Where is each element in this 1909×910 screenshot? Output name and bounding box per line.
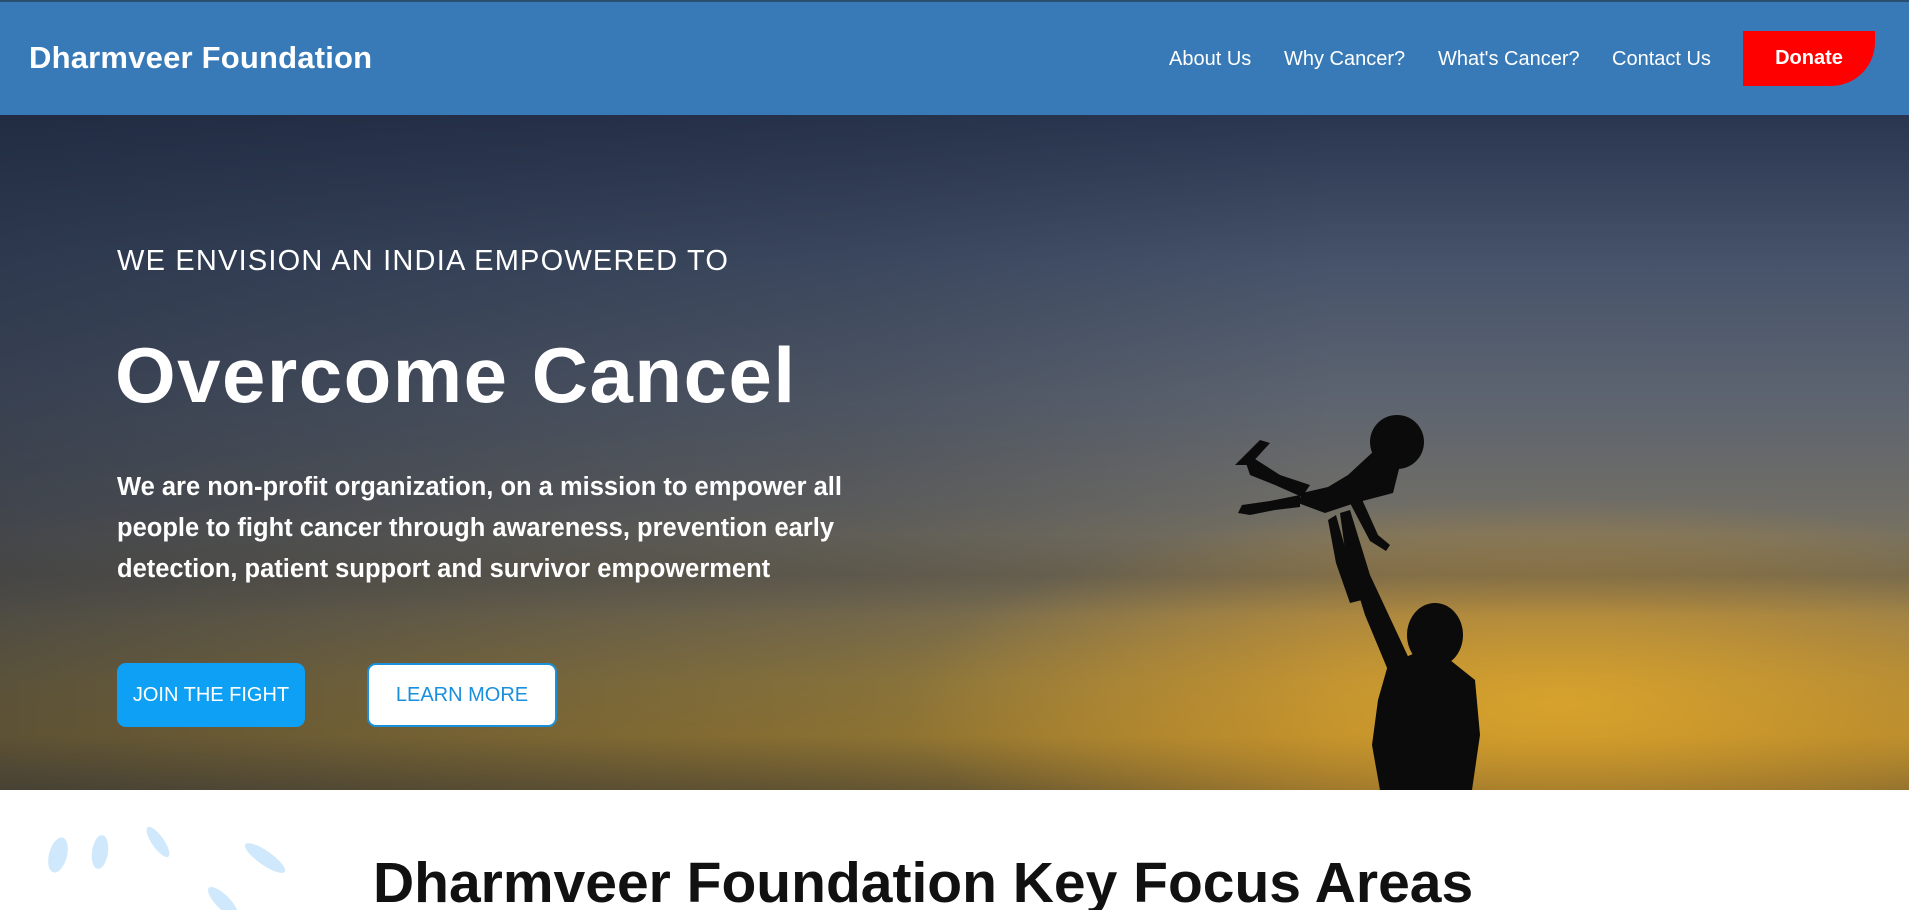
nav-whats-cancer[interactable]: What's Cancer? xyxy=(1438,48,1580,71)
hero-banner: WE ENVISION AN INDIA EMPOWERED TO Overco… xyxy=(0,115,1909,790)
nav-contact-us[interactable]: Contact Us xyxy=(1612,48,1711,71)
site-header: Dharmveer Foundation About Us Why Cancer… xyxy=(0,2,1909,115)
nav-about-us[interactable]: About Us xyxy=(1169,48,1251,71)
hero-description: We are non-profit organization, on a mis… xyxy=(117,473,842,583)
learn-more-button[interactable]: LEARN MORE xyxy=(367,663,557,727)
join-the-fight-button[interactable]: JOIN THE FIGHT xyxy=(117,663,305,727)
main-nav: About Us Why Cancer? What's Cancer? Cont… xyxy=(0,48,1909,72)
father-child-silhouette-image xyxy=(1235,415,1480,790)
hero-kicker: WE ENVISION AN INDIA EMPOWERED TO xyxy=(117,245,730,277)
decorative-dashes-icon xyxy=(48,826,286,910)
key-focus-areas-title: Dharmveer Foundation Key Focus Areas xyxy=(373,851,1474,910)
donate-button[interactable]: Donate xyxy=(1743,31,1875,86)
hero-title: Overcome Cancel xyxy=(115,331,797,419)
nav-why-cancer[interactable]: Why Cancer? xyxy=(1284,48,1405,71)
